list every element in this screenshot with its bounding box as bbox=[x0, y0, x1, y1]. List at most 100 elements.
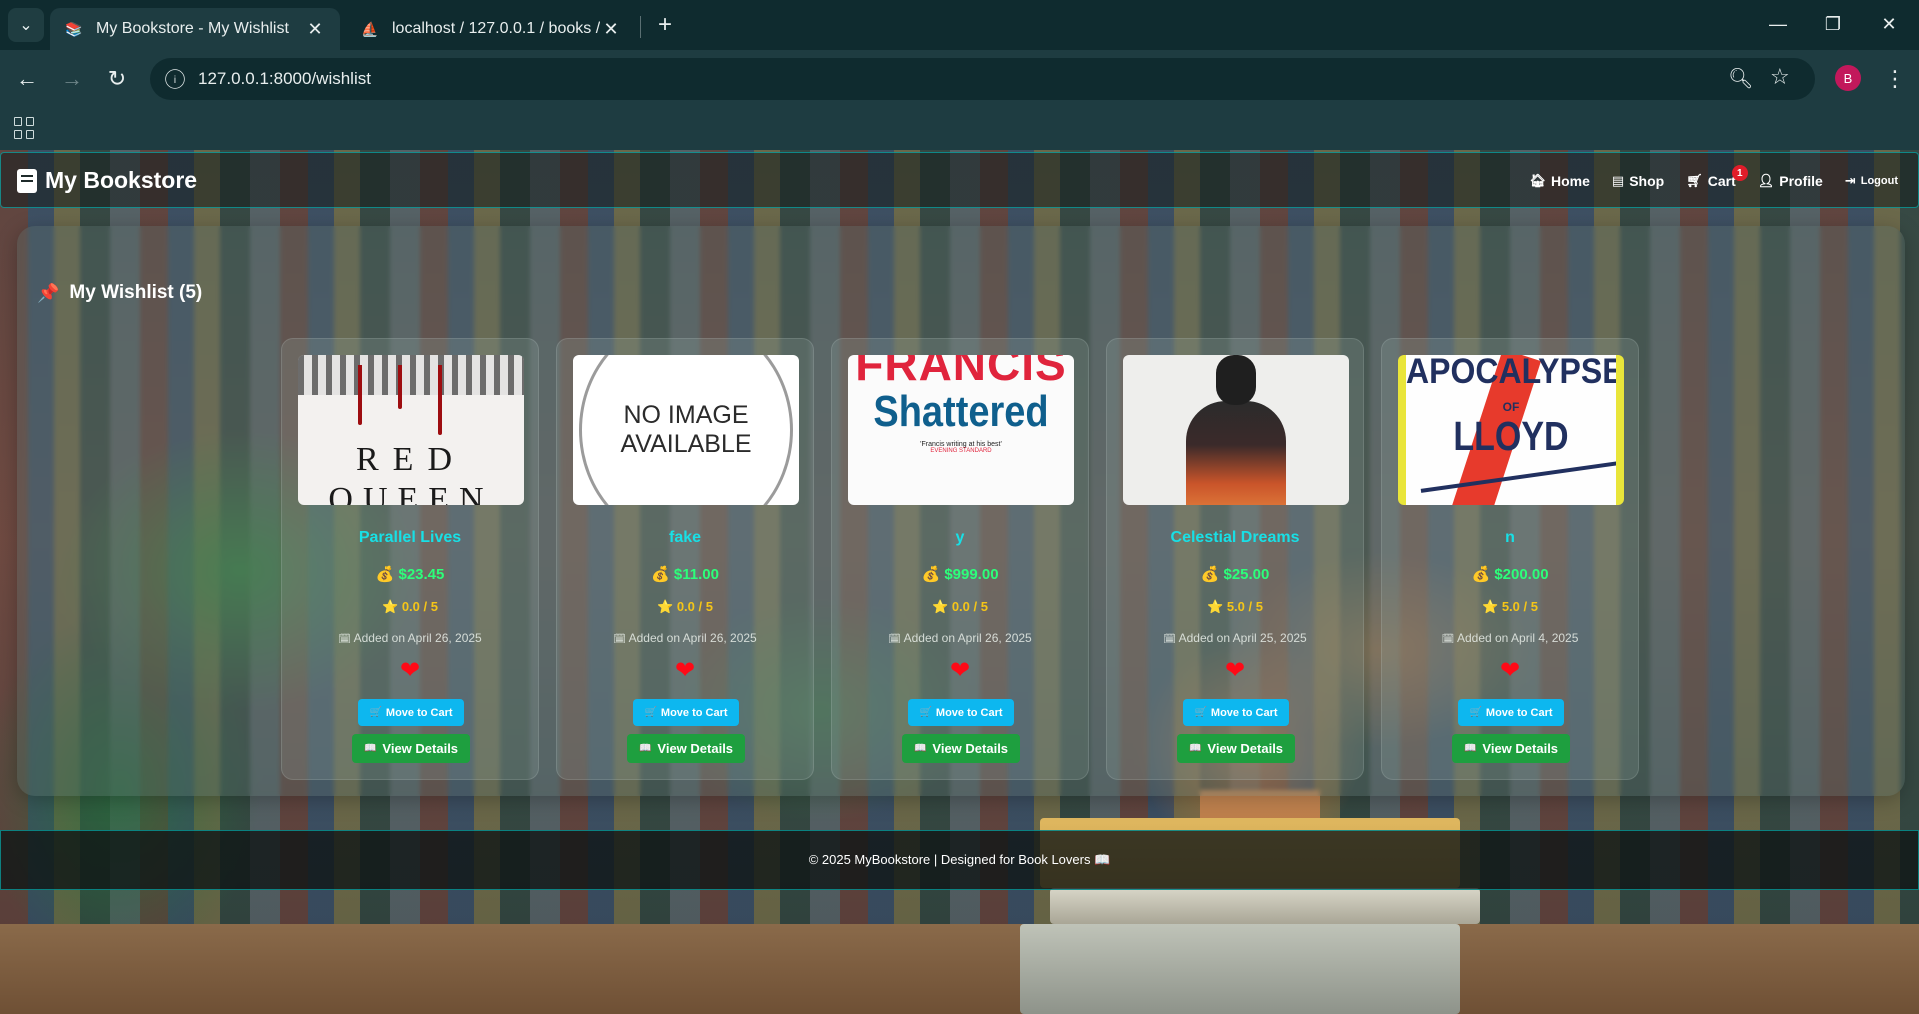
site-info-icon[interactable]: i bbox=[165, 69, 185, 89]
added-date-text: Added on April 25, 2025 bbox=[1178, 631, 1307, 645]
nav-profile-label: Profile bbox=[1779, 173, 1823, 189]
remove-from-wishlist-heart-icon[interactable]: ❤ bbox=[282, 659, 538, 683]
cover-crown-art bbox=[298, 355, 524, 395]
calendar-icon: 🗓 bbox=[613, 634, 626, 645]
bookmark-star-icon[interactable]: ☆ bbox=[1770, 64, 1790, 90]
close-tab-icon[interactable]: ✕ bbox=[304, 18, 326, 40]
home-icon: 🏠︎ bbox=[1529, 173, 1546, 188]
move-to-cart-button[interactable]: 🛒 Move to Cart bbox=[1458, 699, 1564, 726]
view-details-button[interactable]: 📖 View Details bbox=[902, 734, 1020, 763]
book-cover-image[interactable] bbox=[1123, 355, 1349, 505]
back-button[interactable]: ← bbox=[10, 62, 44, 96]
tab-title: localhost / 127.0.0.1 / books / u bbox=[392, 20, 600, 37]
nav-home-link[interactable]: 🏠︎ Home bbox=[1529, 173, 1589, 189]
cover-text: Shattered bbox=[873, 387, 1049, 437]
move-to-cart-button[interactable]: 🛒 Move to Cart bbox=[1183, 699, 1289, 726]
nav-links: 🏠︎ Home ▤ Shop 🛒︎ Cart 1 👤︎ Profile ⇥ Logout bbox=[1529, 165, 1898, 189]
browser-menu-icon[interactable]: ⋮ bbox=[1880, 62, 1910, 96]
star-icon: ⭐ bbox=[1207, 599, 1224, 614]
view-details-button[interactable]: 📖 View Details bbox=[627, 734, 745, 763]
rating-value: 0.0 / 5 bbox=[676, 599, 713, 614]
remove-from-wishlist-heart-icon[interactable]: ❤ bbox=[1382, 659, 1638, 683]
book-title[interactable]: fake bbox=[557, 529, 813, 547]
view-details-button[interactable]: 📖 View Details bbox=[1452, 734, 1570, 763]
book-cover-image[interactable]: NO IMAGE AVAILABLE bbox=[573, 355, 799, 505]
nav-logout-link[interactable]: ⇥ Logout bbox=[1845, 173, 1898, 189]
book-title[interactable]: y bbox=[832, 529, 1088, 547]
chevron-down-icon: ⌄ bbox=[19, 17, 33, 34]
book-title[interactable]: Celestial Dreams bbox=[1107, 529, 1363, 547]
book-cover-image[interactable]: RED QUEEN bbox=[298, 355, 524, 505]
money-bag-icon: 💰 bbox=[375, 566, 395, 583]
brand-logo[interactable]: My Bookstore bbox=[17, 167, 197, 194]
forward-button[interactable]: → bbox=[55, 62, 89, 96]
open-book-icon: 📖 bbox=[1188, 743, 1202, 754]
book-title[interactable]: n bbox=[1382, 529, 1638, 547]
cover-text: APOCALYPSE bbox=[1406, 355, 1624, 391]
wishlist-card: Celestial Dreams 💰 $25.00 ⭐ 5.0 / 5 🗓 Ad… bbox=[1106, 338, 1364, 780]
cover-figure-art bbox=[1186, 401, 1286, 505]
remove-from-wishlist-heart-icon[interactable]: ❤ bbox=[557, 659, 813, 683]
book-price: 💰 $999.00 bbox=[832, 565, 1088, 583]
nav-home-label: Home bbox=[1551, 173, 1590, 189]
book-title[interactable]: Parallel Lives bbox=[282, 529, 538, 547]
wishlist-card: FRANCIS Shattered 'Francis writing at hi… bbox=[831, 338, 1089, 780]
page-viewport: My Bookstore 🏠︎ Home ▤ Shop 🛒︎ Cart 1 👤︎ Prof… bbox=[0, 150, 1919, 1014]
background-book bbox=[1020, 924, 1460, 1014]
cover-stripe-art bbox=[1420, 461, 1616, 493]
tab-my-bookstore[interactable]: 📚 My Bookstore - My Wishlist ✕ bbox=[50, 8, 340, 50]
view-details-button[interactable]: 📖 View Details bbox=[1177, 734, 1295, 763]
cart-icon: 🛒 bbox=[919, 707, 932, 718]
phpmyadmin-favicon-icon: ⛵ bbox=[361, 20, 379, 37]
cart-icon: 🛒︎ bbox=[1686, 173, 1703, 188]
book-price: 💰 $25.00 bbox=[1107, 565, 1363, 583]
apps-grid-icon[interactable] bbox=[14, 117, 36, 139]
nav-cart-link[interactable]: 🛒︎ Cart 1 bbox=[1686, 165, 1748, 189]
tab-separator bbox=[640, 16, 641, 38]
zoom-icon[interactable]: 🔍︎ bbox=[1728, 66, 1753, 91]
move-to-cart-button[interactable]: 🛒 Move to Cart bbox=[633, 699, 739, 726]
nav-profile-link[interactable]: 👤︎ Profile bbox=[1758, 173, 1823, 189]
cover-text: FRANCIS bbox=[855, 355, 1067, 390]
book-rating: ⭐ 0.0 / 5 bbox=[282, 599, 538, 615]
browser-tabstrip: ⌄ 📚 My Bookstore - My Wishlist ✕ ⛵ local… bbox=[0, 0, 1919, 50]
view-details-button[interactable]: 📖 View Details bbox=[352, 734, 470, 763]
added-date-text: Added on April 26, 2025 bbox=[903, 631, 1032, 645]
restore-button[interactable]: ❐ bbox=[1810, 4, 1856, 44]
remove-from-wishlist-heart-icon[interactable]: ❤ bbox=[832, 659, 1088, 683]
url-text: 127.0.0.1:8000/wishlist bbox=[198, 69, 371, 88]
calendar-icon: 🗓 bbox=[338, 634, 351, 645]
minimize-button[interactable]: — bbox=[1755, 4, 1801, 44]
added-date: 🗓 Added on April 26, 2025 bbox=[832, 631, 1088, 645]
close-tab-icon[interactable]: ✕ bbox=[600, 18, 622, 40]
calendar-icon: 🗓 bbox=[1163, 634, 1176, 645]
remove-from-wishlist-heart-icon[interactable]: ❤ bbox=[1107, 659, 1363, 683]
added-date-text: Added on April 4, 2025 bbox=[1456, 631, 1579, 645]
tab-phpmyadmin[interactable]: ⛵ localhost / 127.0.0.1 / books / u ✕ bbox=[346, 8, 636, 50]
move-to-cart-label: Move to Cart bbox=[935, 706, 1003, 719]
added-date-text: Added on April 26, 2025 bbox=[353, 631, 482, 645]
rating-value: 0.0 / 5 bbox=[401, 599, 438, 614]
book-cover-image[interactable]: APOCALYPSE OF LLOYD bbox=[1398, 355, 1624, 505]
book-price: 💰 $11.00 bbox=[557, 565, 813, 583]
reload-button[interactable]: ↻ bbox=[100, 62, 134, 96]
nav-shop-label: Shop bbox=[1629, 173, 1665, 189]
move-to-cart-label: Move to Cart bbox=[1210, 706, 1278, 719]
cover-text: OF bbox=[1502, 400, 1520, 414]
book-rating: ⭐ 0.0 / 5 bbox=[832, 599, 1088, 615]
nav-shop-link[interactable]: ▤ Shop bbox=[1612, 173, 1664, 189]
brand-name: My Bookstore bbox=[45, 167, 198, 193]
wishlist-card: RED QUEEN Parallel Lives 💰 $23.45 ⭐ 0.0 … bbox=[281, 338, 539, 780]
view-details-label: View Details bbox=[932, 741, 1009, 756]
address-bar[interactable]: i 127.0.0.1:8000/wishlist 🔍︎ ☆ bbox=[150, 58, 1815, 100]
profile-avatar[interactable]: B bbox=[1835, 65, 1861, 91]
book-cover-image[interactable]: FRANCIS Shattered 'Francis writing at hi… bbox=[848, 355, 1074, 505]
star-icon: ⭐ bbox=[1482, 599, 1499, 614]
price-value: $23.45 bbox=[398, 566, 445, 583]
close-window-button[interactable]: ✕ bbox=[1866, 4, 1912, 44]
page-title: 📌 My Wishlist (5) bbox=[37, 282, 202, 304]
tab-search-button[interactable]: ⌄ bbox=[8, 8, 44, 42]
new-tab-button[interactable]: + bbox=[650, 10, 680, 40]
move-to-cart-button[interactable]: 🛒 Move to Cart bbox=[358, 699, 464, 726]
move-to-cart-button[interactable]: 🛒 Move to Cart bbox=[908, 699, 1014, 726]
